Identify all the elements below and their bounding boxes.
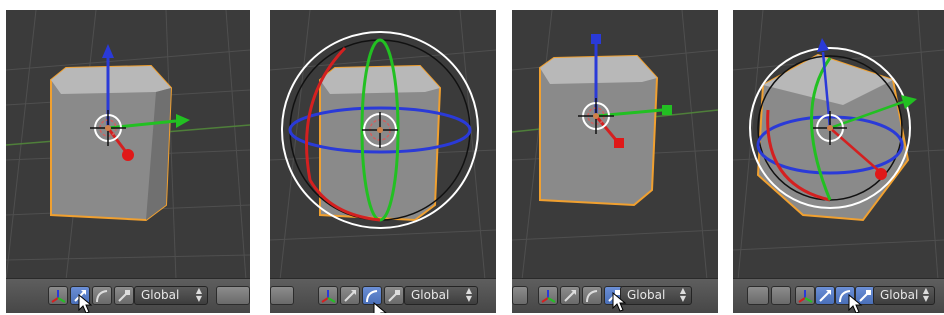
y-scale-handle [662,105,672,115]
axes-manipulator-icon [321,290,336,303]
scale-manipulator-button[interactable] [114,286,134,305]
manipulator-toggle-button[interactable] [795,286,815,305]
x-axis-handle [122,149,134,161]
viewport-panel-rotate: Global ▲ ▼ [270,10,496,313]
z-scale-handle [591,34,601,44]
manipulator-toggle-button[interactable] [48,286,68,305]
3d-viewport[interactable] [6,10,250,313]
orientation-value: Global [627,288,666,302]
rotate-manipulator-button[interactable] [582,286,602,305]
translate-manipulator-button[interactable] [560,286,580,305]
orientation-value: Global [411,288,450,302]
transform-orientation-select[interactable]: Global ▲ ▼ [620,286,692,305]
select-arrows-icon: ▲ ▼ [679,286,686,303]
x-axis-handle [875,168,887,180]
viewport-panel-scale: Global ▲ ▼ [512,10,718,313]
layer-toggle-button[interactable] [771,286,791,305]
transform-orientation-select[interactable]: Global ▲ ▼ [134,286,208,305]
x-scale-handle [614,138,624,148]
translate-manipulator-button[interactable] [815,286,835,305]
translate-manipulator-icon [564,290,576,302]
z-axis-arrow [102,44,114,58]
orientation-value: Global [880,288,919,302]
viewport-header-toolbar: Global ▲ ▼ [733,278,944,313]
mouse-pointer-icon [848,294,863,313]
mouse-pointer-icon [612,292,627,312]
rotate-manipulator-button[interactable] [92,286,112,305]
transform-orientation-select[interactable]: Global ▲ ▼ [873,286,935,305]
select-arrows-icon: ▲ ▼ [922,286,929,303]
snap-toggle-button[interactable] [512,286,528,305]
z-axis-arrow [817,38,829,52]
viewport-header-toolbar: Global ▲ ▼ [6,278,250,313]
view-mode-select[interactable] [270,286,294,305]
layers-grid-button[interactable] [216,286,250,305]
manipulator-toggle-button[interactable] [318,286,338,305]
rotate-manipulator-icon [96,290,108,303]
y-axis-arrow [176,114,190,128]
manipulator-toggle-button[interactable] [538,286,558,305]
select-arrows-icon: ▲ ▼ [465,286,472,303]
3d-viewport[interactable] [512,10,718,313]
orientation-value: Global [141,288,180,302]
rotate-manipulator-icon [586,290,598,303]
3d-viewport[interactable] [733,10,944,313]
mouse-pointer-icon [373,302,387,313]
translate-manipulator-button[interactable] [340,286,360,305]
3d-viewport[interactable] [270,10,496,313]
axes-manipulator-icon [541,290,556,303]
viewport-panel-translate: Global ▲ ▼ [6,10,250,313]
mouse-pointer-icon [78,294,93,313]
scale-manipulator-icon [118,290,130,302]
translate-manipulator-icon [819,290,831,302]
axes-manipulator-icon [798,290,813,303]
viewport-panel-combined: Global ▲ ▼ [733,10,944,313]
select-arrows-icon: ▲ ▼ [195,286,202,303]
pivot-point-select[interactable] [747,286,769,305]
y-axis-arrow [901,95,917,109]
axes-manipulator-icon [51,290,66,303]
transform-orientation-select[interactable]: Global ▲ ▼ [404,286,478,305]
translate-manipulator-icon [344,290,356,302]
